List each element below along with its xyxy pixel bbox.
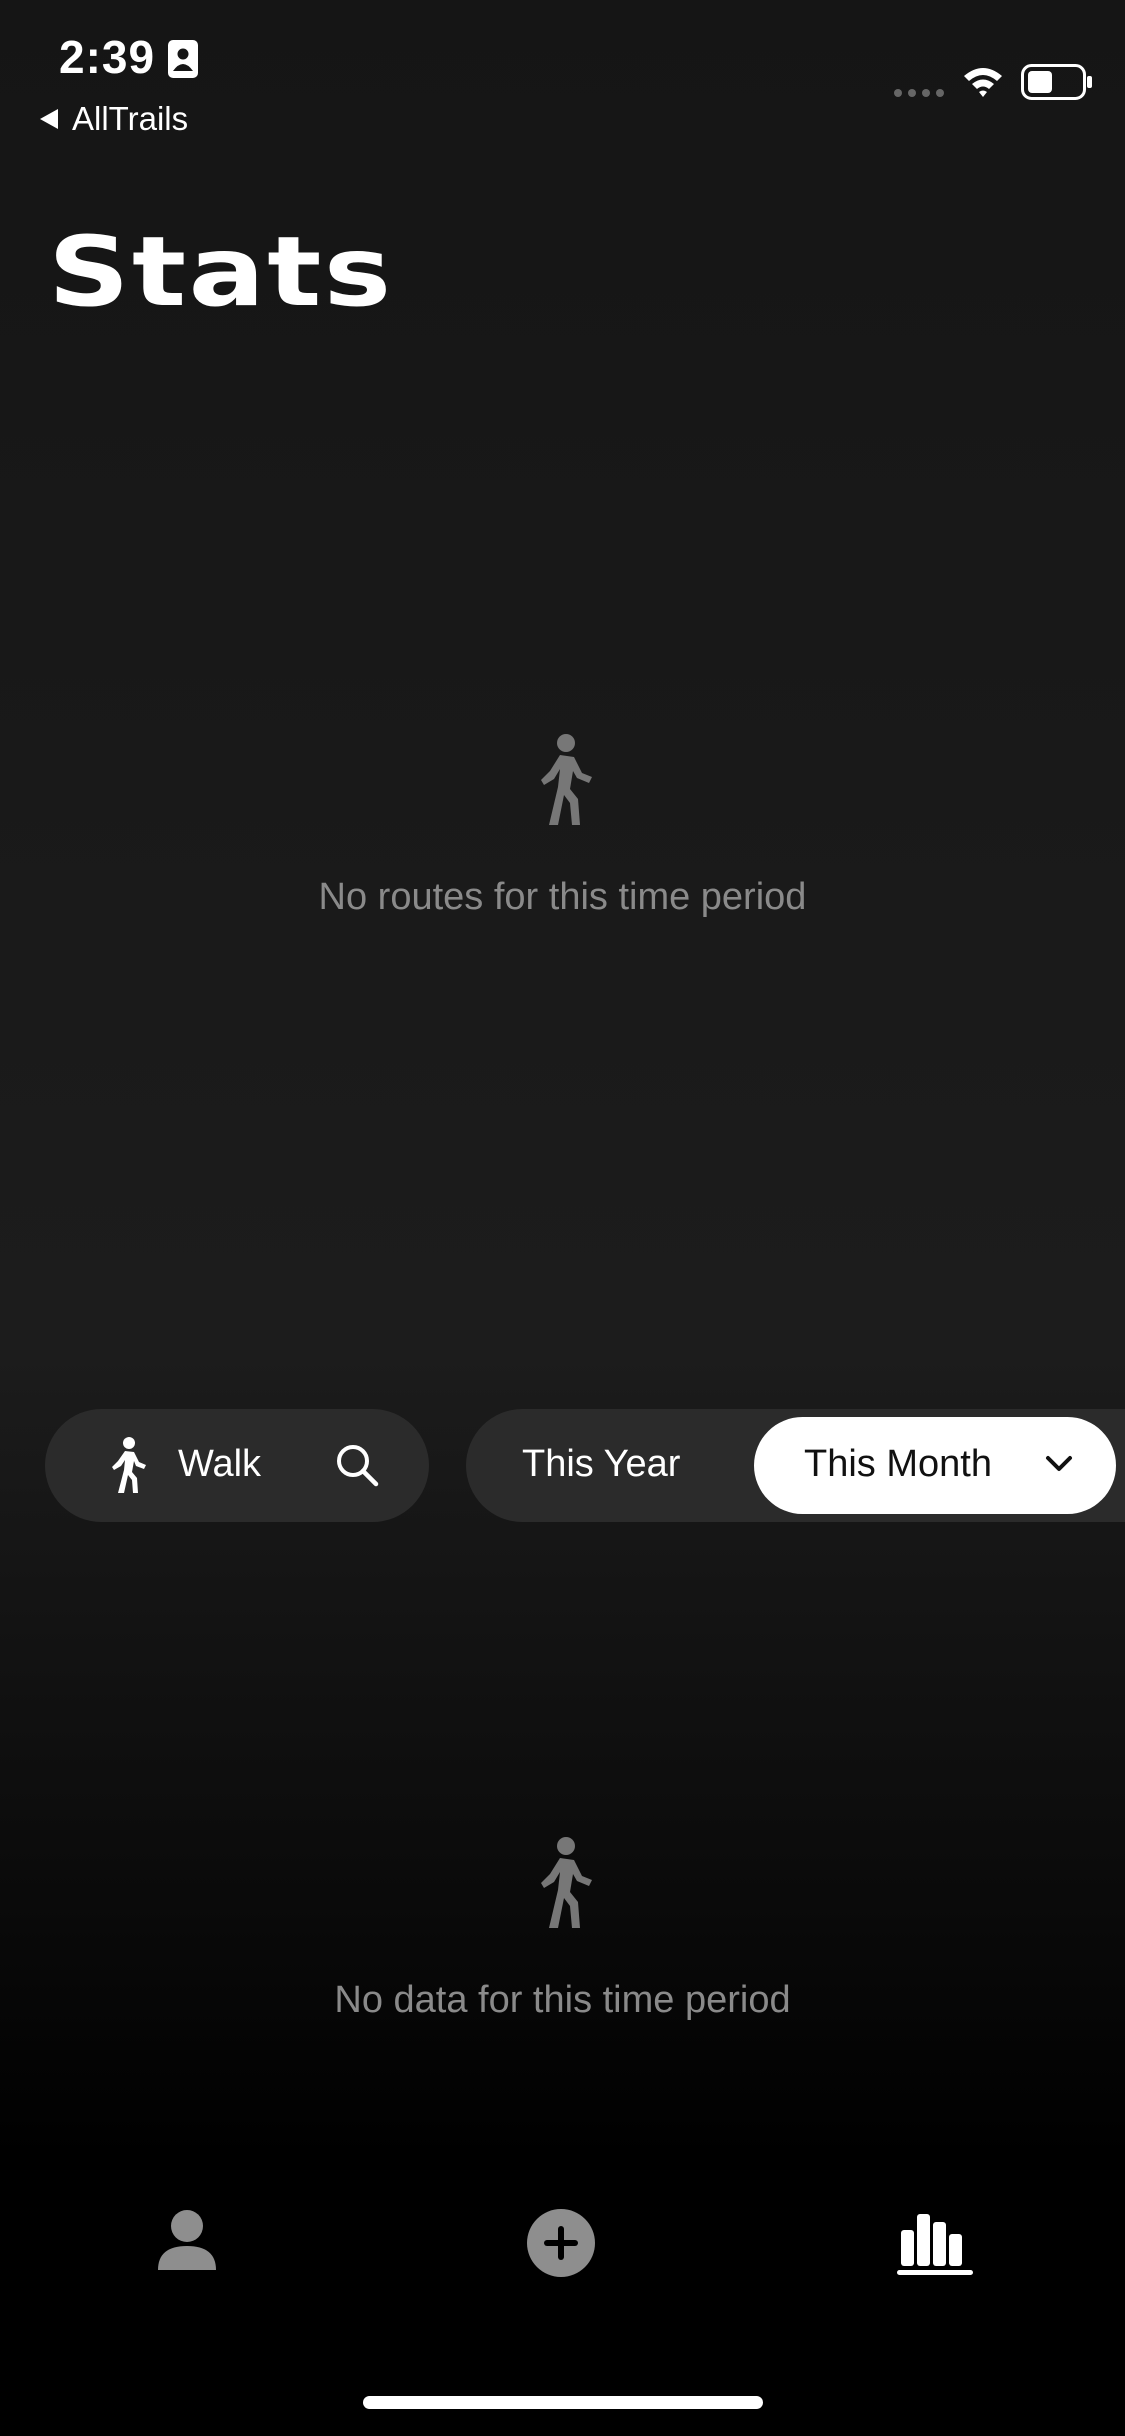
- activity-filter-label: Walk: [178, 1443, 262, 1485]
- wifi-icon: [964, 68, 1002, 97]
- add-icon[interactable]: [526, 2208, 596, 2278]
- selected-period-label: This Month: [804, 1443, 992, 1485]
- back-to-alltrails-link[interactable]: AllTrails: [38, 100, 188, 138]
- profile-icon[interactable]: [156, 2208, 218, 2272]
- stats-screen: 2:39 AllTrails Stats No routes for this …: [0, 0, 1125, 2436]
- cellular-signal-icon: [894, 89, 944, 97]
- chevron-down-icon: [1046, 1456, 1072, 1471]
- contact-card-icon: [168, 40, 198, 78]
- search-icon[interactable]: [335, 1443, 379, 1487]
- period-option-this-year[interactable]: This Year: [522, 1443, 680, 1486]
- period-option-this-month[interactable]: This Month: [754, 1417, 1116, 1514]
- data-empty-message: No data for this time period: [334, 1979, 791, 2021]
- status-time: 2:39: [59, 31, 156, 83]
- walking-person-icon: [541, 1837, 592, 1928]
- walking-person-icon: [541, 734, 592, 825]
- walking-person-icon: [112, 1437, 146, 1493]
- activity-filter-pill[interactable]: Walk: [45, 1409, 429, 1522]
- page-title: Stats: [48, 216, 394, 328]
- routes-empty-message: No routes for this time period: [318, 876, 807, 918]
- home-indicator: [363, 2396, 763, 2409]
- back-caret-icon: [40, 109, 58, 129]
- stats-icon[interactable]: [897, 2208, 975, 2276]
- battery-icon: [1021, 64, 1092, 100]
- time-period-selector: This Year This Month: [466, 1409, 1125, 1522]
- back-link-label: AllTrails: [72, 100, 189, 137]
